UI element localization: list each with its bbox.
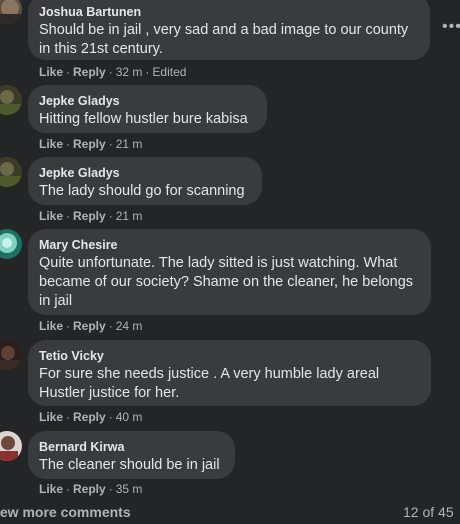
avatar[interactable]: [0, 157, 22, 187]
comment-bubble: Jepke Gladys Hitting fellow hustler bure…: [28, 85, 267, 133]
comment-bubble: Joshua Bartunen Should be in jail , very…: [28, 0, 430, 60]
comment-time[interactable]: 32 m: [116, 65, 143, 79]
avatar[interactable]: [0, 431, 22, 461]
comment-bubble: Tetio Vicky For sure she needs justice .…: [28, 340, 431, 406]
comment-author[interactable]: Joshua Bartunen: [39, 4, 418, 20]
comment-actions: Like · Reply · 24 m: [39, 319, 143, 333]
comment-text: The cleaner should be in jail: [39, 457, 220, 473]
comment-bubble: Bernard Kirwa The cleaner should be in j…: [28, 431, 235, 479]
reply-button[interactable]: Reply: [73, 410, 106, 424]
reply-button[interactable]: Reply: [73, 209, 106, 223]
like-button[interactable]: Like: [39, 209, 63, 223]
comment-bubble: Jepke Gladys The lady should go for scan…: [28, 157, 262, 205]
edited-label: Edited: [152, 65, 187, 79]
comment-actions: Like · Reply · 21 m: [39, 137, 143, 151]
reply-button[interactable]: Reply: [73, 137, 106, 151]
comment-actions: Like · Reply · 21 m: [39, 209, 143, 223]
comment-author[interactable]: Jepke Gladys: [39, 93, 255, 109]
comment-author[interactable]: Tetio Vicky: [39, 348, 419, 364]
comments-footer: iew more comments 12 of 45: [0, 504, 460, 524]
avatar[interactable]: [0, 0, 22, 24]
avatar[interactable]: [0, 85, 22, 115]
comment-text: Should be in jail , very sad and a bad i…: [39, 22, 409, 57]
comment-author[interactable]: Bernard Kirwa: [39, 439, 223, 455]
like-button[interactable]: Like: [39, 410, 63, 424]
like-button[interactable]: Like: [39, 482, 63, 496]
ellipsis-icon[interactable]: •••: [442, 18, 460, 36]
comment-time[interactable]: 21 m: [116, 137, 143, 151]
comment-text: For sure she needs justice . A very humb…: [39, 366, 380, 401]
comment-time[interactable]: 24 m: [116, 319, 143, 333]
comment-count: 12 of 45: [403, 504, 454, 520]
reply-button[interactable]: Reply: [73, 65, 106, 79]
like-button[interactable]: Like: [39, 65, 63, 79]
comment-actions: Like · Reply · 40 m: [39, 410, 143, 424]
reply-button[interactable]: Reply: [73, 482, 106, 496]
view-more-comments-link[interactable]: iew more comments: [0, 504, 131, 520]
comment-text: Quite unfortunate. The lady sitted is ju…: [39, 255, 414, 309]
avatar[interactable]: [0, 340, 22, 370]
comment-bubble: Mary Chesire Quite unfortunate. The lady…: [28, 229, 431, 315]
comment-actions: Like · Reply · 32 m · Edited: [39, 65, 187, 79]
like-button[interactable]: Like: [39, 319, 63, 333]
reply-button[interactable]: Reply: [73, 319, 106, 333]
avatar[interactable]: [0, 229, 22, 259]
comment-actions: Like · Reply · 35 m: [39, 482, 143, 496]
comment-author[interactable]: Mary Chesire: [39, 237, 419, 253]
comment-author[interactable]: Jepke Gladys: [39, 165, 250, 181]
comment-time[interactable]: 35 m: [116, 482, 143, 496]
comment-text: Hitting fellow hustler bure kabisa: [39, 111, 248, 127]
comment-text: The lady should go for scanning: [39, 183, 245, 199]
like-button[interactable]: Like: [39, 137, 63, 151]
comment-time[interactable]: 21 m: [116, 209, 143, 223]
comment-time[interactable]: 40 m: [116, 410, 143, 424]
